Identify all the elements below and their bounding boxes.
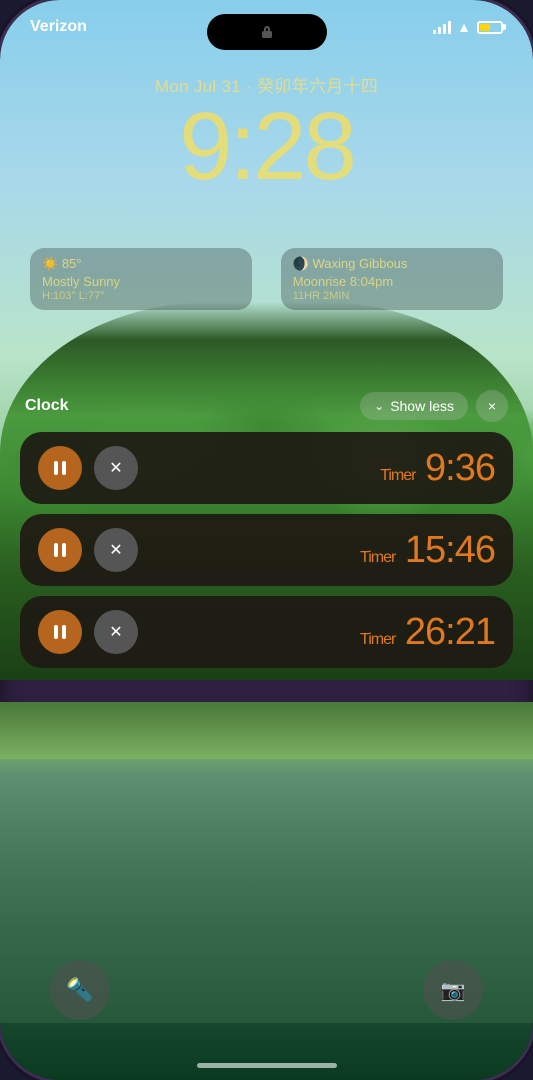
show-less-label: Show less — [390, 398, 454, 414]
pause-icon-3 — [54, 625, 66, 639]
pause-icon-1 — [54, 461, 66, 475]
date-time-display: Mon Jul 31 · 癸卯年六月十四 9:28 — [0, 72, 533, 195]
notification-controls: ⌄ Show less × — [360, 390, 508, 422]
chevron-down-icon: ⌄ — [374, 399, 384, 413]
timer-cancel-button-3[interactable]: ✕ — [94, 610, 138, 654]
camera-button[interactable]: 📷 — [423, 960, 483, 1020]
weather-temp: ☀️ 85° — [42, 256, 240, 272]
close-icon: × — [488, 398, 496, 414]
show-less-button[interactable]: ⌄ Show less — [360, 392, 468, 420]
timer-cancel-button-2[interactable]: ✕ — [94, 528, 138, 572]
notification-header: Clock ⌄ Show less × — [20, 390, 513, 422]
moon-icon: 🌒 — [293, 256, 309, 271]
timer-pause-button-2[interactable] — [38, 528, 82, 572]
timer-notification-2: ✕ Timer 15:46 — [20, 514, 513, 586]
status-icons: ▲ — [433, 19, 503, 35]
cancel-icon-3: ✕ — [109, 622, 122, 642]
moon-duration: 11HR 2MIN — [293, 290, 491, 302]
notification-app-name: Clock — [25, 397, 69, 415]
wifi-icon: ▲ — [457, 19, 471, 35]
timer-label-1: Timer — [380, 467, 415, 484]
carrier-label: Verizon — [30, 18, 87, 36]
battery-fill — [480, 24, 490, 31]
lock-icon — [262, 26, 272, 38]
flashlight-button[interactable]: 🔦 — [50, 960, 110, 1020]
phone-frame: Verizon ▲ Mon Jul — [0, 0, 533, 1080]
timer-time-3: Timer 26:21 — [150, 611, 495, 654]
moonrise-text: Moonrise 8:04pm — [293, 274, 491, 289]
notification-close-button[interactable]: × — [476, 390, 508, 422]
weather-condition: Mostly Sunny — [42, 274, 240, 289]
bottom-controls: 🔦 📷 — [0, 960, 533, 1020]
timer-time-1: Timer 9:36 — [150, 447, 495, 490]
dynamic-island — [207, 14, 327, 50]
signal-icon — [433, 20, 451, 34]
camera-icon: 📷 — [441, 978, 466, 1003]
notification-area: Clock ⌄ Show less × — [20, 390, 513, 678]
timer-time-2: Timer 15:46 — [150, 529, 495, 572]
moon-phase-text: 🌒 Waxing Gibbous — [293, 256, 491, 272]
flashlight-icon: 🔦 — [66, 977, 93, 1003]
timer-label-3: Timer — [360, 631, 395, 648]
weather-widget-left: ☀️ 85° Mostly Sunny H:103° L:77° — [30, 248, 252, 310]
cancel-icon-1: ✕ — [109, 458, 122, 478]
screen-content: Verizon ▲ Mon Jul — [0, 0, 533, 1080]
time-text: 9:28 — [0, 99, 533, 195]
timer-pause-button-3[interactable] — [38, 610, 82, 654]
weather-widgets: ☀️ 85° Mostly Sunny H:103° L:77° 🌒 Waxin… — [30, 248, 503, 310]
timer-cancel-button-1[interactable]: ✕ — [94, 446, 138, 490]
timer-pause-button-1[interactable] — [38, 446, 82, 490]
timer-label-2: Timer — [360, 549, 395, 566]
pause-icon-2 — [54, 543, 66, 557]
timer-notification-3: ✕ Timer 26:21 — [20, 596, 513, 668]
weather-widget-right: 🌒 Waxing Gibbous Moonrise 8:04pm 11HR 2M… — [281, 248, 503, 310]
timer-notification-1: ✕ Timer 9:36 — [20, 432, 513, 504]
cancel-icon-2: ✕ — [109, 540, 122, 560]
weather-range: H:103° L:77° — [42, 290, 240, 302]
home-indicator[interactable] — [197, 1063, 337, 1068]
weather-sun-icon: ☀️ — [42, 256, 58, 271]
battery-icon — [477, 21, 503, 34]
